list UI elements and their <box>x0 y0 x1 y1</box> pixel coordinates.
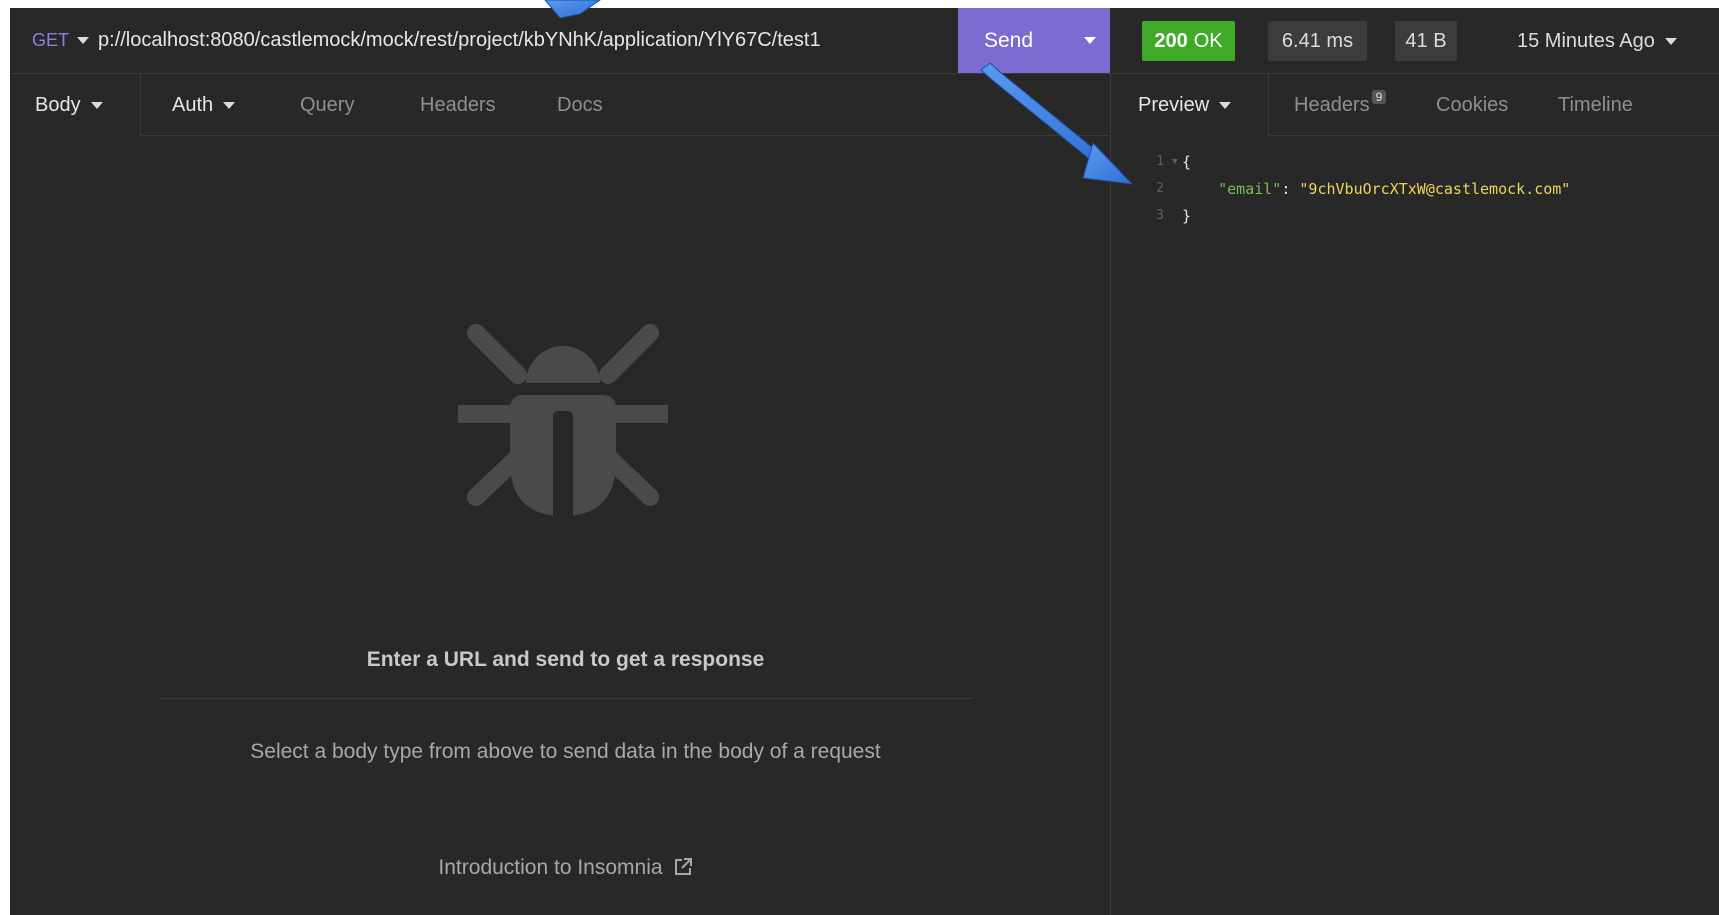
tab-body-label: Body <box>35 93 81 116</box>
tab-auth[interactable]: Auth <box>172 74 236 136</box>
line-number: 2 <box>1156 181 1164 196</box>
json-open-brace: { <box>1182 152 1192 171</box>
empty-state-divider <box>158 698 973 699</box>
url-input[interactable]: p://localhost:8080/castlemock/mock/rest/… <box>98 29 821 52</box>
response-time-badge: 6.41 ms <box>1268 21 1367 61</box>
caret-down-icon <box>1664 37 1677 45</box>
insomnia-window: GET p://localhost:8080/castlemock/mock/r… <box>10 8 1719 915</box>
tab-cookies[interactable]: Cookies <box>1436 74 1508 136</box>
tab-query[interactable]: Query <box>300 74 354 136</box>
method-selector[interactable]: GET <box>32 30 90 51</box>
empty-state-subtitle: Select a body type from above to send da… <box>250 740 881 763</box>
tab-timeline[interactable]: Timeline <box>1558 74 1633 136</box>
history-label: 15 Minutes Ago <box>1517 29 1655 52</box>
json-colon: : <box>1281 179 1300 198</box>
caret-down-icon <box>1219 101 1232 109</box>
tab-underline <box>141 135 1110 136</box>
tab-response-headers-label: Headers <box>1294 93 1370 116</box>
history-dropdown[interactable]: 15 Minutes Ago <box>1517 21 1677 61</box>
bug-icon <box>458 324 668 516</box>
introduction-link[interactable]: Introduction to Insomnia <box>158 856 973 880</box>
method-label: GET <box>32 30 70 50</box>
request-tabs: Body Auth Query Headers Docs <box>10 74 1110 136</box>
caret-down-icon <box>77 37 90 44</box>
code-line: 1 ▼{ <box>1111 148 1719 175</box>
status-badge: 200 OK <box>1142 21 1235 61</box>
headers-count-badge: 9 <box>1371 90 1387 104</box>
caret-down-icon <box>223 101 236 109</box>
fold-arrow-icon[interactable]: ▼ <box>1168 157 1182 167</box>
response-tabs: Preview Headers 9 Cookies Timeline <box>1111 74 1719 136</box>
response-body-viewer[interactable]: 1 ▼{ 2 "email": "9chVbuOrcXTxW@castlemock… <box>1111 148 1719 229</box>
line-number: 3 <box>1156 208 1164 223</box>
line-number: 1 <box>1156 154 1164 169</box>
status-text: OK <box>1193 29 1223 52</box>
url-area: GET p://localhost:8080/castlemock/mock/r… <box>10 8 958 73</box>
tab-body[interactable]: Body <box>10 74 141 136</box>
tab-preview-label: Preview <box>1138 93 1210 116</box>
tab-response-headers[interactable]: Headers 9 <box>1294 74 1387 136</box>
status-code: 200 <box>1154 29 1188 52</box>
tab-headers[interactable]: Headers <box>420 74 496 136</box>
tab-preview[interactable]: Preview <box>1111 74 1269 136</box>
empty-state-title: Enter a URL and send to get a response <box>366 648 765 671</box>
code-line: 3} <box>1111 202 1719 229</box>
code-line: 2 "email": "9chVbuOrcXTxW@castlemock.com… <box>1111 175 1719 202</box>
tab-docs[interactable]: Docs <box>557 74 603 136</box>
json-value: "9chVbuOrcXTxW@castlemock.com" <box>1299 179 1571 198</box>
response-size-badge: 41 B <box>1395 21 1457 61</box>
send-button[interactable]: Send <box>984 29 1033 53</box>
introduction-link-label: Introduction to Insomnia <box>438 856 663 879</box>
send-options-button[interactable] <box>1070 8 1110 73</box>
json-key: "email" <box>1218 179 1282 198</box>
external-link-icon <box>674 858 692 875</box>
caret-down-icon <box>1084 37 1096 44</box>
send-button-group: Send <box>958 8 1110 73</box>
caret-down-icon <box>90 101 103 109</box>
request-bar: GET p://localhost:8080/castlemock/mock/r… <box>10 8 1719 74</box>
json-close-brace: } <box>1182 206 1192 225</box>
tab-auth-label: Auth <box>172 93 214 116</box>
